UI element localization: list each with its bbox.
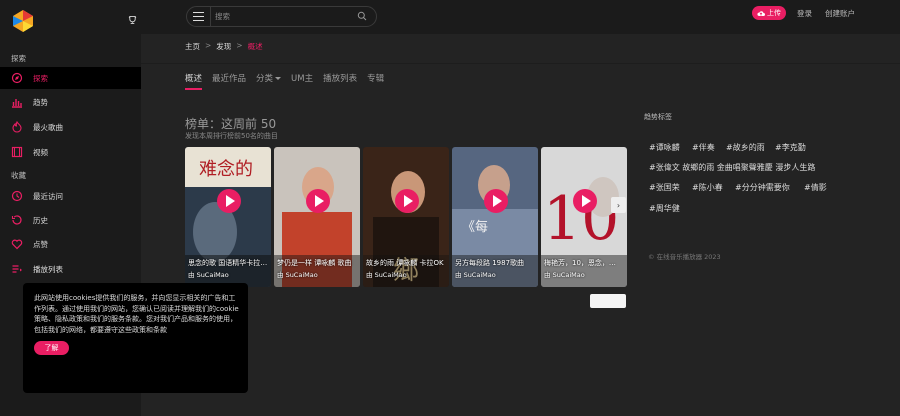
sidebar-item-recent[interactable]: 最近访问: [0, 185, 141, 207]
cookie-banner: 此网站使用cookies提供我们的服务，并向您显示相关的广告和工作列表。通过使用…: [23, 283, 248, 393]
tag-link[interactable]: #故乡的雨: [726, 142, 765, 153]
search-box: [186, 6, 377, 27]
section-subtitle: 发现本周排行榜前50名的曲目: [185, 132, 278, 140]
tag-link[interactable]: #分分钟需要你: [735, 182, 790, 193]
menu-icon[interactable]: [187, 7, 211, 26]
history-icon: [11, 215, 22, 225]
login-link[interactable]: 登录: [797, 8, 812, 19]
chevron-right-icon: ›: [616, 200, 621, 210]
sidebar-item-label: 最火歌曲: [33, 122, 63, 132]
sidebar-item-playlists[interactable]: 播放列表: [0, 258, 141, 280]
play-button[interactable]: [217, 189, 241, 213]
film-icon: [11, 146, 23, 158]
track-title[interactable]: 另方每段路 1987歌曲: [455, 258, 535, 268]
section-title: 榜单：这周前 50: [185, 117, 277, 131]
sidebar-item-label: 历史: [33, 215, 48, 225]
tab-uploaders[interactable]: UM主: [291, 72, 313, 84]
breadcrumb-separator: >: [205, 41, 212, 50]
tag-link[interactable]: #张国荣: [649, 182, 680, 193]
sidebar-section-explore: 探索: [11, 54, 26, 63]
svg-text:难念的: 难念的: [199, 158, 253, 180]
sidebar-item-hot-songs[interactable]: 最火歌曲: [0, 116, 141, 138]
tag-link[interactable]: #谭咏麟: [649, 142, 680, 153]
play-button[interactable]: [484, 189, 508, 213]
tab-recent-works[interactable]: 最近作品: [212, 72, 246, 84]
track-title[interactable]: 梅艳芳，10，恩念，…: [544, 258, 624, 268]
heart-icon: [11, 239, 23, 250]
sidebar-item-history[interactable]: 历史: [0, 209, 141, 231]
play-button[interactable]: [573, 189, 597, 213]
copyright: © 在线音乐播放器 2023: [648, 253, 721, 261]
breadcrumb-current: 概述: [247, 42, 263, 51]
sidebar-item-label: 趋势: [33, 97, 48, 107]
cookie-accept-button[interactable]: 了解: [34, 341, 69, 355]
sidebar-item-videos[interactable]: 视频: [0, 141, 141, 163]
breadcrumb-separator: >: [236, 41, 243, 50]
breadcrumb-home[interactable]: 主页: [185, 41, 200, 52]
chevron-down-icon: [275, 77, 282, 80]
sidebar-item-explore[interactable]: 探索: [0, 67, 141, 89]
trending-tags-title: 趋势标签: [644, 113, 672, 121]
sidebar-item-trending[interactable]: 趋势: [0, 91, 141, 113]
register-link[interactable]: 创建账户: [825, 8, 855, 19]
upload-button[interactable]: 上传: [752, 6, 786, 20]
svg-text:《每: 《每: [462, 219, 488, 235]
play-button[interactable]: [306, 189, 330, 213]
load-more-button[interactable]: [590, 294, 626, 308]
breadcrumb-discover[interactable]: 发现: [216, 41, 231, 52]
cookie-text: 此网站使用cookies提供我们的服务，并向您显示相关的广告和工作列表。通过使用…: [34, 294, 239, 334]
tag-link[interactable]: #倩影: [804, 182, 827, 193]
cloud-upload-icon: [757, 10, 765, 16]
track-artist[interactable]: 由 SuCaiMao: [366, 269, 407, 279]
tab-albums[interactable]: 专辑: [367, 72, 384, 84]
tag-link[interactable]: #陈小春: [692, 182, 723, 193]
track-artist[interactable]: 由 SuCaiMao: [544, 269, 585, 279]
top-bar: 上传 登录 创建账户: [141, 0, 900, 34]
search-input[interactable]: [215, 10, 345, 23]
track-card[interactable]: 难念的 思念的歌 国语精华卡拉OK 由 SuCaiMao: [185, 147, 271, 287]
track-card[interactable]: 《每 另方每段路 1987歌曲 由 SuCaiMao: [452, 147, 538, 287]
upload-label: 上传: [767, 9, 781, 17]
track-artist[interactable]: 由 SuCaiMao: [455, 269, 496, 279]
track-title[interactable]: 思念的歌 国语精华卡拉OK: [188, 258, 268, 268]
sidebar-item-label: 点赞: [33, 239, 48, 249]
search-icon[interactable]: [357, 11, 367, 21]
sidebar-item-label: 最近访问: [33, 191, 63, 201]
tab-categories[interactable]: 分类: [256, 72, 282, 84]
breadcrumb: 主页 > 发现 > 概述: [185, 41, 263, 52]
tag-link[interactable]: #张偉文 故鄉的雨 金曲唱聚聲雅慶 漫步人生路: [649, 162, 815, 173]
compass-icon: [11, 72, 23, 84]
tab-playlists[interactable]: 播放列表: [323, 72, 357, 84]
playlist-icon: [12, 265, 22, 273]
play-button[interactable]: [395, 189, 419, 213]
sidebar-item-likes[interactable]: 点赞: [0, 233, 141, 255]
bar-chart-icon: [12, 99, 22, 108]
track-card[interactable]: 鄉 故乡的雨 谭咏麟 卡拉OK 由 SuCaiMao: [363, 147, 449, 287]
tab-overview[interactable]: 概述: [185, 72, 203, 90]
sidebar-item-label: 视频: [33, 147, 48, 157]
tag-link[interactable]: #伴奏: [692, 142, 715, 153]
tab-categories-label: 分类: [256, 74, 274, 84]
track-card[interactable]: 10 梅艳芳，10，恩念，… 由 SuCaiMao: [541, 147, 627, 287]
carousel-next-button[interactable]: ›: [611, 197, 626, 213]
track-title[interactable]: 梦仍是一样 谭咏麟 歌曲: [277, 258, 357, 268]
clock-icon: [11, 190, 23, 202]
sidebar-item-label: 播放列表: [33, 264, 63, 274]
header-divider: [141, 63, 900, 64]
track-card[interactable]: 梦仍是一样 谭咏麟 歌曲 由 SuCaiMao: [274, 147, 360, 287]
track-artist[interactable]: 由 SuCaiMao: [188, 269, 229, 279]
track-artist[interactable]: 由 SuCaiMao: [277, 269, 318, 279]
trophy-icon[interactable]: [128, 15, 137, 25]
sidebar-item-label: 探索: [33, 73, 48, 83]
tag-link[interactable]: #李克勤: [775, 142, 806, 153]
tag-link[interactable]: #周华健: [649, 203, 680, 214]
sidebar-section-collection: 收藏: [11, 171, 26, 180]
logo-icon[interactable]: [11, 9, 35, 33]
fire-icon: [12, 121, 22, 133]
track-title[interactable]: 故乡的雨 谭咏麟 卡拉OK: [366, 258, 446, 268]
tab-bar: 概述 最近作品 分类 UM主 播放列表 专辑: [185, 72, 394, 90]
